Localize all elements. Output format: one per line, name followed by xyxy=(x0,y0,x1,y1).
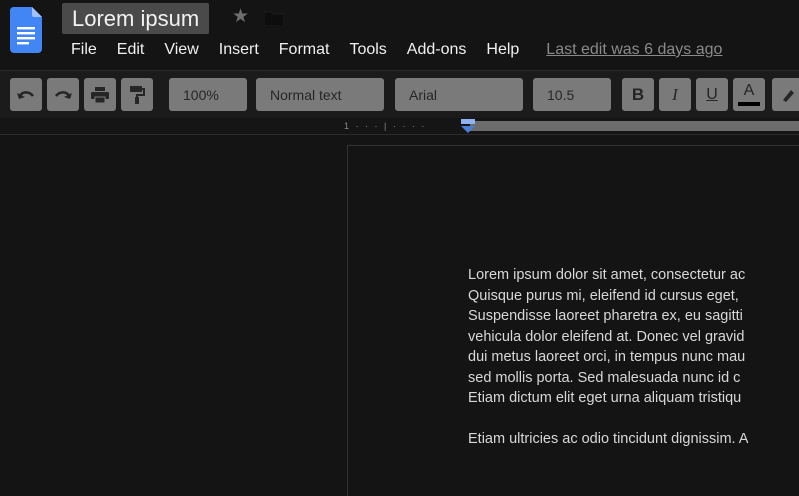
font-size-select[interactable]: 10.5 xyxy=(533,78,611,111)
top-bar: Lorem ipsum ★ File Edit View Insert Form… xyxy=(0,0,799,70)
text-line: sed mollis porta. Sed malesuada nunc id … xyxy=(468,369,741,386)
undo-button[interactable] xyxy=(10,78,42,111)
bold-button[interactable]: B xyxy=(622,78,654,111)
redo-icon xyxy=(54,90,72,99)
menu-edit[interactable]: Edit xyxy=(107,41,155,59)
text-color-button[interactable]: A xyxy=(733,78,765,111)
text-line: Etiam dictum elit eget urna aliquam tris… xyxy=(468,390,742,406)
menu-insert[interactable]: Insert xyxy=(209,41,269,59)
google-docs-logo-icon[interactable] xyxy=(10,7,42,53)
text-line: dui metus laoreet orci, in tempus nunc m… xyxy=(468,349,746,365)
print-icon xyxy=(91,86,109,103)
ruler-ticks: 1 · · · | · · · · xyxy=(344,121,427,131)
text-color-bar xyxy=(738,102,760,106)
star-icon[interactable]: ★ xyxy=(232,5,249,28)
text-line: Lorem ipsum dolor sit amet, consectetur … xyxy=(468,267,746,283)
menu-format[interactable]: Format xyxy=(269,41,340,59)
document-title[interactable]: Lorem ipsum xyxy=(62,3,210,34)
toolbar: 100% Normal text Arial 10.5 B I U A xyxy=(0,70,799,119)
menu-help[interactable]: Help xyxy=(476,41,529,59)
zoom-select[interactable]: 100% xyxy=(169,78,247,111)
print-button[interactable] xyxy=(84,78,116,111)
document-body[interactable]: Lorem ipsum dolor sit amet, consectetur … xyxy=(468,265,799,449)
text-line: Suspendisse laoreet pharetra ex, eu sagi… xyxy=(468,308,743,324)
ruler: 1 · · · | · · · · xyxy=(0,118,799,135)
paint-format-icon xyxy=(130,85,145,104)
italic-button[interactable]: I xyxy=(659,78,691,111)
underline-button[interactable]: U xyxy=(696,78,728,111)
style-select[interactable]: Normal text xyxy=(256,78,384,111)
menu-file[interactable]: File xyxy=(62,41,107,59)
indent-marker-icon[interactable] xyxy=(460,119,476,133)
highlight-pen-icon xyxy=(783,89,794,102)
ruler-margin-area xyxy=(470,121,799,131)
text-line: Quisque purus mi, eleifend id cursus ege… xyxy=(468,287,739,304)
menu-view[interactable]: View xyxy=(154,41,208,59)
font-select[interactable]: Arial xyxy=(395,78,523,111)
text-line: Etiam ultricies ac odio tincidunt dignis… xyxy=(468,430,749,447)
redo-button[interactable] xyxy=(47,78,79,111)
paint-format-button[interactable] xyxy=(121,78,153,111)
undo-icon xyxy=(17,90,35,99)
text-color-label: A xyxy=(743,82,755,99)
menu-add-ons[interactable]: Add-ons xyxy=(397,41,477,59)
menu-bar: File Edit View Insert Format Tools Add-o… xyxy=(62,36,722,64)
text-line: vehicula dolor eleifend at. Donec vel gr… xyxy=(468,328,745,345)
folder-icon[interactable] xyxy=(264,11,284,26)
highlight-button[interactable] xyxy=(772,78,799,111)
menu-tools[interactable]: Tools xyxy=(339,41,396,59)
last-edit-link[interactable]: Last edit was 6 days ago xyxy=(546,41,722,59)
